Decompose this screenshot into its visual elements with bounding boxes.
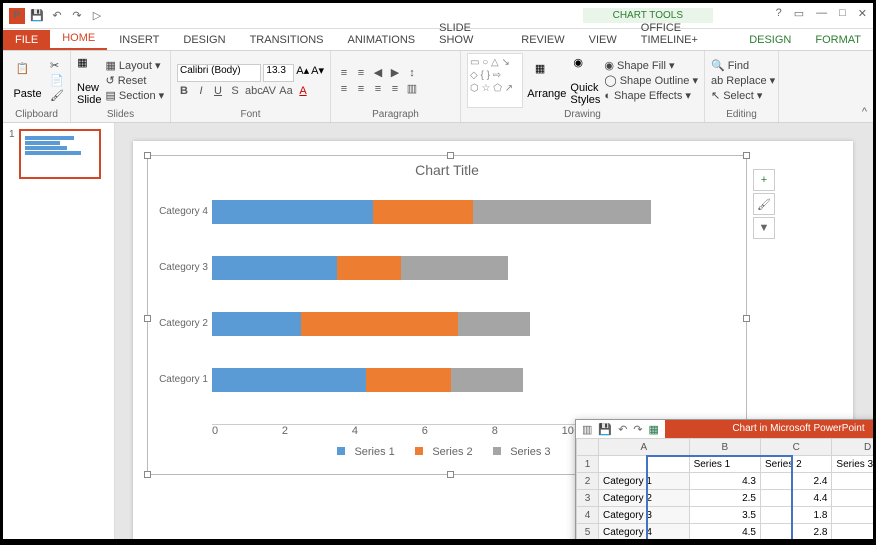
group-font: Font: [177, 108, 324, 120]
grow-font-icon[interactable]: A▴: [296, 64, 309, 82]
tab-animations[interactable]: ANIMATIONS: [336, 30, 428, 50]
align-center-icon[interactable]: ≡: [354, 83, 368, 95]
shadow-button[interactable]: abc: [245, 85, 259, 97]
copy-icon[interactable]: 📄: [50, 74, 64, 87]
bullets-icon[interactable]: ≡: [337, 67, 351, 79]
redo-icon[interactable]: ↷: [69, 8, 85, 24]
tab-review[interactable]: REVIEW: [509, 30, 576, 50]
justify-icon[interactable]: ≡: [388, 83, 402, 95]
section-button[interactable]: ▤Section ▾: [105, 89, 164, 102]
tab-insert[interactable]: INSERT: [107, 30, 171, 50]
tab-transitions[interactable]: TRANSITIONS: [238, 30, 336, 50]
help-icon[interactable]: ?: [776, 7, 782, 20]
group-drawing: Drawing: [467, 108, 698, 120]
tab-file[interactable]: FILE: [3, 30, 50, 50]
layout-button[interactable]: ▦Layout ▾: [105, 59, 164, 72]
group-clipboard: Clipboard: [9, 108, 64, 120]
underline-button[interactable]: U: [211, 85, 225, 97]
shape-effects-button[interactable]: ◐Shape Effects ▾: [604, 89, 698, 102]
ds-redo-icon[interactable]: ↷: [633, 423, 642, 436]
arrange-button[interactable]: ▦Arrange: [527, 53, 566, 108]
chart-plot-area[interactable]: Category 4Category 3Category 2Category 1: [212, 184, 726, 424]
find-button[interactable]: 🔍Find: [711, 59, 775, 72]
ds-undo-icon[interactable]: ↶: [618, 423, 627, 436]
tab-home[interactable]: HOME: [50, 28, 107, 50]
bold-button[interactable]: B: [177, 85, 191, 97]
slide-thumbnail[interactable]: [19, 129, 101, 179]
tab-slideshow[interactable]: SLIDE SHOW: [427, 18, 509, 50]
indent-inc-icon[interactable]: ▶: [388, 66, 402, 79]
collapse-ribbon-icon[interactable]: ^: [862, 106, 867, 118]
spacing-button[interactable]: AV: [262, 85, 276, 97]
powerpoint-icon: P: [9, 8, 25, 24]
numbering-icon[interactable]: ≡: [354, 67, 368, 79]
select-button[interactable]: ↖Select ▾: [711, 89, 775, 102]
font-color-button[interactable]: A: [296, 85, 310, 97]
reset-button[interactable]: ↺Reset: [105, 74, 164, 87]
cut-icon[interactable]: ✂: [50, 59, 64, 72]
save-icon[interactable]: 💾: [29, 8, 45, 24]
tab-timeline[interactable]: OFFICE TIMELINE+: [629, 18, 737, 50]
case-button[interactable]: Aa: [279, 85, 293, 97]
shape-outline-button[interactable]: ◯Shape Outline ▾: [604, 74, 698, 87]
chart-title[interactable]: Chart Title: [148, 156, 746, 184]
ribbon-tabs: FILE HOME INSERT DESIGN TRANSITIONS ANIM…: [3, 29, 873, 51]
chart-elements-button[interactable]: +: [753, 169, 775, 191]
group-slides: Slides: [77, 108, 164, 120]
quick-styles-button[interactable]: ◉Quick Styles: [570, 53, 600, 108]
ribbon-opts-icon[interactable]: ▭: [794, 7, 804, 20]
close-icon[interactable]: ✕: [858, 7, 867, 20]
shapes-gallery[interactable]: ▭ ○ △ ↘◇ { } ⇨⬡ ☆ ⬠ ↗: [467, 53, 523, 108]
tab-chart-format[interactable]: FORMAT: [803, 30, 873, 50]
ds-title: Chart in Microsoft PowerPoint: [665, 420, 873, 438]
data-grid[interactable]: ABCDEF1Series 1Series 2Series 32Category…: [576, 438, 873, 539]
thumb-number: 1: [9, 129, 15, 179]
chart-styles-button[interactable]: 🖌: [753, 193, 775, 215]
group-editing: Editing: [711, 108, 772, 120]
ds-save-icon[interactable]: 💾: [598, 423, 612, 436]
strike-button[interactable]: S: [228, 85, 242, 97]
tab-design[interactable]: DESIGN: [171, 30, 237, 50]
minimize-icon[interactable]: —: [816, 7, 827, 20]
group-paragraph: Paragraph: [337, 108, 454, 120]
align-right-icon[interactable]: ≡: [371, 83, 385, 95]
tab-view[interactable]: VIEW: [577, 30, 629, 50]
shape-fill-button[interactable]: ◉Shape Fill ▾: [604, 59, 698, 72]
font-name-combo[interactable]: Calibri (Body): [177, 64, 261, 82]
font-size-combo[interactable]: 13.3: [263, 64, 294, 82]
paste-button[interactable]: 📋Paste: [9, 53, 46, 108]
undo-icon[interactable]: ↶: [49, 8, 65, 24]
slideshow-icon[interactable]: ▷: [89, 8, 105, 24]
replace-button[interactable]: abReplace ▾: [711, 74, 775, 87]
shrink-font-icon[interactable]: A▾: [311, 64, 324, 82]
format-painter-icon[interactable]: 🖌: [50, 89, 64, 102]
line-spacing-icon[interactable]: ↕: [405, 67, 419, 79]
columns-icon[interactable]: ▥: [405, 82, 419, 95]
align-left-icon[interactable]: ≡: [337, 83, 351, 95]
ds-chart-icon[interactable]: ▥: [582, 423, 592, 436]
indent-dec-icon[interactable]: ◀: [371, 66, 385, 79]
chart-data-sheet[interactable]: ▥ 💾 ↶ ↷ ▦ Chart in Microsoft PowerPoint …: [575, 419, 873, 539]
italic-button[interactable]: I: [194, 85, 208, 97]
maximize-icon[interactable]: □: [839, 7, 846, 20]
tab-chart-design[interactable]: DESIGN: [737, 30, 803, 50]
ds-excel-icon[interactable]: ▦: [649, 423, 659, 436]
chart-filters-button[interactable]: ▼: [753, 217, 775, 239]
new-slide-button[interactable]: ▦New Slide: [77, 53, 101, 108]
